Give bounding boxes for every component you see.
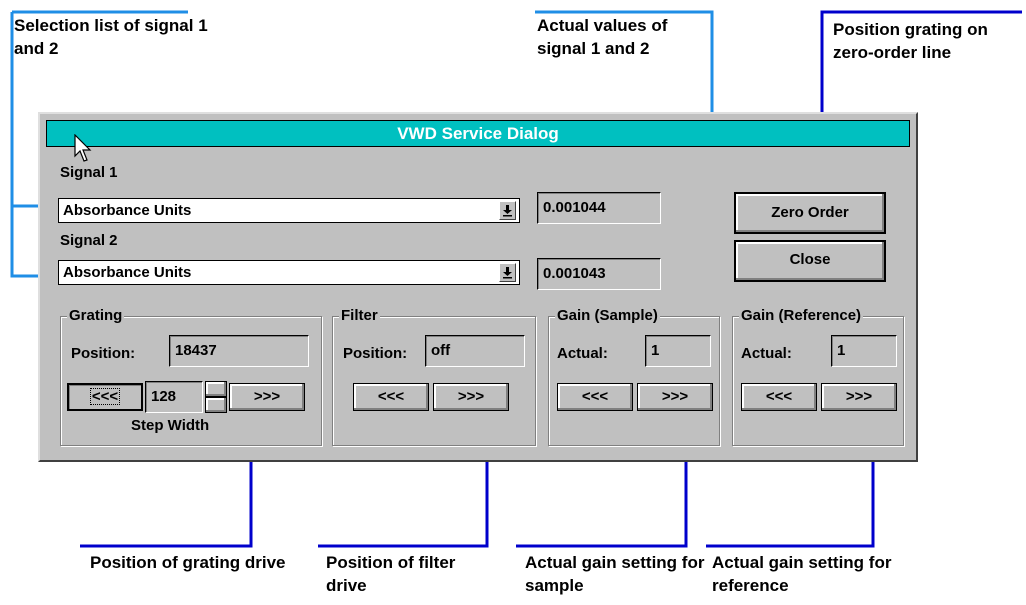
gain-sample-actual-field: 1 bbox=[645, 335, 711, 367]
dialog-title-bar[interactable]: VWD Service Dialog bbox=[46, 120, 910, 147]
callout-gain-sample: Actual gain setting for sample bbox=[525, 553, 705, 595]
grating-position-field: 18437 bbox=[169, 335, 309, 367]
gain-reference-group: Gain (Reference) Actual: 1 <<< >>> bbox=[732, 306, 904, 446]
filter-prev-button[interactable]: <<< bbox=[353, 383, 429, 411]
filter-next-button[interactable]: >>> bbox=[433, 383, 509, 411]
callout-grating-drive: Position of grating drive bbox=[90, 553, 286, 572]
gain-reference-actual-value: 1 bbox=[837, 342, 846, 359]
gain-sample-group-title: Gain (Sample) bbox=[555, 306, 660, 326]
callout-position-grating: Position grating on zero-order line bbox=[833, 20, 988, 62]
grating-position-label: Position: bbox=[71, 345, 136, 362]
signal1-label: Signal 1 bbox=[60, 164, 118, 181]
callout-gain-reference: Actual gain setting for reference bbox=[712, 553, 892, 595]
grating-position-value: 18437 bbox=[175, 342, 217, 359]
gain-sample-group: Gain (Sample) Actual: 1 <<< >>> bbox=[548, 306, 720, 446]
grating-prev-label: <<< bbox=[89, 388, 121, 405]
gain-sample-actual-label: Actual: bbox=[557, 345, 608, 362]
signal1-select[interactable]: Absorbance Units bbox=[58, 198, 520, 223]
gain-reference-actual-label: Actual: bbox=[741, 345, 792, 362]
gain-sample-prev-button[interactable]: <<< bbox=[557, 383, 633, 411]
gain-reference-prev-button[interactable]: <<< bbox=[741, 383, 817, 411]
filter-position-value: off bbox=[431, 342, 451, 359]
dropdown-arrow-icon[interactable] bbox=[499, 263, 516, 282]
grating-group-title: Grating bbox=[67, 306, 125, 326]
gain-reference-actual-field: 1 bbox=[831, 335, 897, 367]
close-button[interactable]: Close bbox=[734, 240, 886, 282]
mouse-pointer-icon bbox=[74, 134, 92, 162]
filter-position-field: off bbox=[425, 335, 525, 367]
filter-group-title: Filter bbox=[339, 306, 380, 326]
dropdown-arrow-icon[interactable] bbox=[499, 201, 516, 220]
signal2-select[interactable]: Absorbance Units bbox=[58, 260, 520, 285]
gain-reference-next-button[interactable]: >>> bbox=[821, 383, 897, 411]
grating-step-field[interactable]: 128 bbox=[145, 381, 203, 413]
callout-actual-values: Actual values of signal 1 and 2 bbox=[537, 16, 668, 58]
gain-reference-group-title: Gain (Reference) bbox=[739, 306, 864, 326]
gain-sample-next-button[interactable]: >>> bbox=[637, 383, 713, 411]
grating-prev-button[interactable]: <<< bbox=[67, 383, 143, 411]
signal1-actual-field: 0.001044 bbox=[537, 192, 661, 224]
signal2-actual-value: 0.001043 bbox=[543, 265, 606, 282]
filter-position-label: Position: bbox=[343, 345, 408, 362]
callout-selection-list: Selection list of signal 1 and 2 bbox=[14, 16, 208, 58]
filter-group: Filter Position: off <<< >>> bbox=[332, 306, 536, 446]
grating-step-value: 128 bbox=[151, 388, 177, 405]
signal1-actual-value: 0.001044 bbox=[543, 199, 606, 216]
signal2-label: Signal 2 bbox=[60, 232, 118, 249]
step-up-button[interactable] bbox=[205, 381, 227, 397]
signal2-actual-field: 0.001043 bbox=[537, 258, 661, 290]
grating-next-button[interactable]: >>> bbox=[229, 383, 305, 411]
grating-step-width-label: Step Width bbox=[131, 417, 210, 434]
step-down-button[interactable] bbox=[205, 397, 227, 413]
callout-filter-drive: Position of filter drive bbox=[326, 553, 456, 595]
vwd-service-dialog: VWD Service Dialog Signal 1 Absorbance U… bbox=[38, 112, 918, 462]
signal2-value: Absorbance Units bbox=[63, 264, 192, 281]
gain-sample-actual-value: 1 bbox=[651, 342, 660, 359]
grating-group: Grating Position: 18437 <<< 128 >>> Step… bbox=[60, 306, 322, 446]
signal1-value: Absorbance Units bbox=[63, 202, 192, 219]
zero-order-button[interactable]: Zero Order bbox=[734, 192, 886, 234]
